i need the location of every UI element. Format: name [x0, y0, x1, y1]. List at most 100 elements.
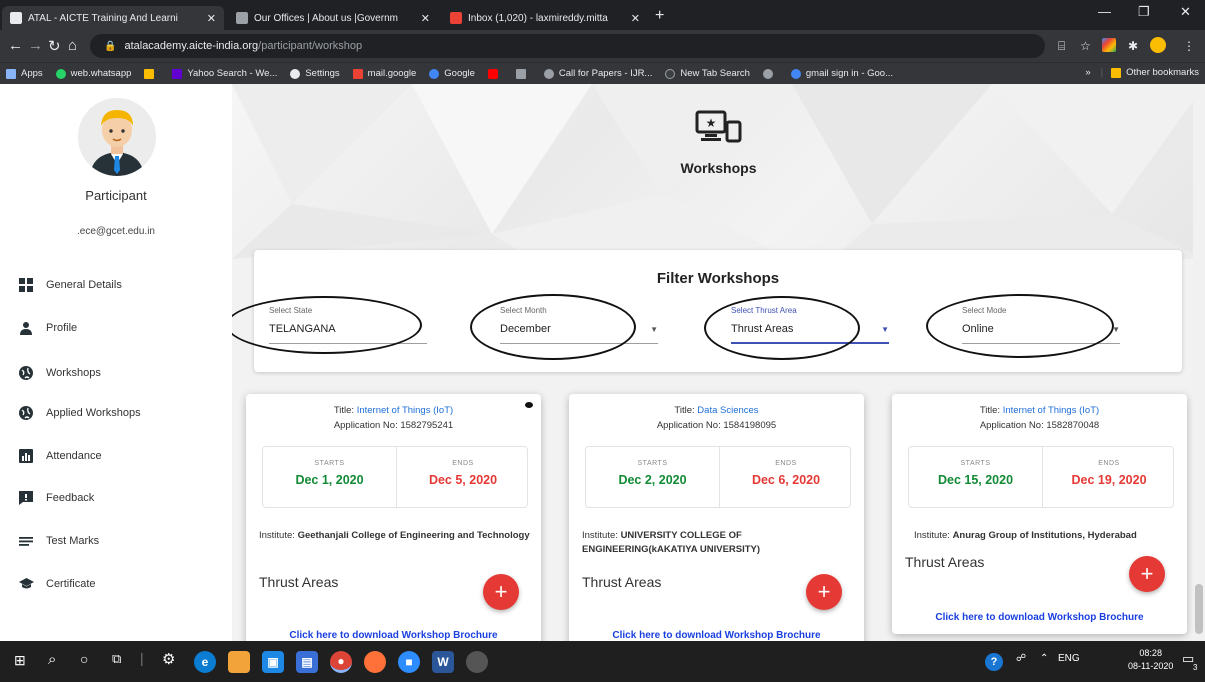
extensions-puzzle-icon[interactable]: ✱ — [1128, 39, 1138, 53]
show-hidden-icons-icon[interactable]: ⌃ — [1040, 653, 1048, 664]
bookmark-settings[interactable]: Settings — [290, 68, 340, 79]
bookmark-youtube[interactable] — [487, 68, 503, 79]
page-scrollbar[interactable] — [1193, 84, 1205, 641]
home-icon[interactable]: ⌂ — [68, 37, 77, 54]
start-date-box: STARTS Dec 1, 2020 — [263, 447, 396, 507]
bookmarks-overflow-icon[interactable]: » — [1085, 67, 1090, 78]
firefox-icon[interactable] — [364, 651, 386, 673]
tab-offices[interactable]: Our Offices | About us |Governm ✕ — [228, 6, 438, 30]
close-icon[interactable]: ✕ — [207, 12, 216, 25]
bookmark-label: gmail sign in - Goo... — [805, 68, 894, 79]
sidebar-item-applied-workshops[interactable]: Applied Workshops — [18, 398, 223, 428]
maximize-icon[interactable]: ❐ — [1138, 4, 1150, 20]
edge-icon[interactable]: e — [194, 651, 216, 673]
sidebar-item-profile[interactable]: Profile — [18, 313, 223, 343]
month-select-value: December — [500, 323, 551, 335]
workshop-title[interactable]: Internet of Things (IoT) — [357, 405, 453, 416]
mode-select[interactable]: Select Mode Online ▼ — [962, 306, 1120, 344]
bookmark-unnamed-3[interactable] — [762, 68, 778, 79]
gmail-favicon-icon — [450, 12, 462, 24]
apply-plus-button[interactable]: + — [483, 574, 519, 610]
address-bar[interactable]: 🔒 atalacademy.aicte-india.org/participan… — [90, 34, 1045, 58]
clock[interactable]: 08:28 08-11-2020 — [1128, 647, 1173, 673]
tab-label: Our Offices | About us |Governm — [254, 12, 398, 24]
word-icon[interactable]: W — [432, 651, 454, 673]
divider: | — [1100, 67, 1104, 78]
language-indicator[interactable]: ENG — [1058, 653, 1080, 664]
sidebar-item-label: Feedback — [46, 492, 95, 504]
sidebar-item-feedback[interactable]: Feedback — [18, 483, 223, 513]
minimize-icon[interactable]: — — [1098, 4, 1111, 19]
chrome-icon[interactable]: ● — [330, 651, 352, 673]
store-icon[interactable]: ▣ — [262, 651, 284, 673]
bookmark-yahoo[interactable]: Yahoo Search - We... — [172, 68, 277, 79]
sidebar-item-workshops[interactable]: Workshops — [18, 358, 223, 388]
brochure-link[interactable]: Click here to download Workshop Brochure — [892, 612, 1187, 623]
bookmark-gmail-sign-in[interactable]: gmail sign in - Goo... — [790, 68, 894, 79]
bookmark-whatsapp[interactable]: web.whatsapp — [55, 68, 131, 79]
help-icon[interactable]: ? — [985, 653, 1003, 671]
brochure-link[interactable]: Click here to download Workshop Brochure — [246, 630, 541, 641]
paint-icon[interactable] — [228, 651, 250, 673]
translate-icon[interactable]: ⌸ — [1058, 39, 1065, 54]
forward-icon[interactable]: → — [28, 37, 43, 54]
tab-atal[interactable]: ATAL - AICTE Training And Learni ✕ — [2, 6, 224, 30]
graduation-cap-icon — [18, 576, 34, 592]
workshop-title[interactable]: Data Sciences — [697, 405, 758, 416]
filter-title: Filter Workshops — [656, 270, 780, 287]
thrust-areas-label: Thrust Areas — [905, 554, 985, 570]
cortana-icon[interactable]: ○ — [80, 651, 88, 667]
brochure-link[interactable]: Click here to download Workshop Brochure — [569, 630, 864, 641]
tab-label: Inbox (1,020) - laxmireddy.mitta — [468, 12, 608, 24]
end-date-box: ENDS Dec 5, 2020 — [396, 447, 529, 507]
task-view-icon[interactable]: ⧉ — [112, 651, 121, 667]
sidebar-item-general-details[interactable]: General Details — [18, 270, 223, 300]
person-avatar-icon — [78, 98, 156, 176]
sidebar-item-test-marks[interactable]: Test Marks — [18, 526, 223, 556]
workshop-title[interactable]: Internet of Things (IoT) — [1003, 405, 1099, 416]
start-date-box: STARTS Dec 15, 2020 — [909, 447, 1042, 507]
thrust-area-select[interactable]: Select Thrust Area Thrust Areas ▼ — [731, 306, 889, 344]
apply-plus-button[interactable]: + — [1129, 556, 1165, 592]
main-content: ★ Workshops Filter Workshops Select Stat… — [232, 84, 1205, 641]
settings-gear-icon[interactable]: ⚙ — [162, 650, 175, 668]
google-icon — [429, 68, 440, 79]
file-explorer-icon[interactable]: ▤ — [296, 651, 318, 673]
sidebar-item-certificate[interactable]: Certificate — [18, 569, 223, 599]
tab-inbox[interactable]: Inbox (1,020) - laxmireddy.mitta ✕ — [442, 6, 648, 30]
bookmark-new-tab-search[interactable]: New Tab Search — [665, 68, 750, 79]
apply-plus-button[interactable]: + — [806, 574, 842, 610]
paint3d-icon[interactable] — [466, 651, 488, 673]
reload-icon[interactable]: ↻ — [48, 37, 61, 55]
bookmark-google[interactable]: Google — [429, 68, 475, 79]
thrust-areas-label: Thrust Areas — [259, 574, 339, 590]
profile-avatar-icon[interactable] — [1150, 37, 1166, 53]
bookmark-unnamed-2[interactable] — [515, 68, 531, 79]
scrollbar-thumb[interactable] — [1195, 584, 1203, 634]
grid-icon — [18, 277, 34, 293]
globe-icon — [762, 68, 773, 79]
bookmark-star-icon[interactable]: ☆ — [1080, 39, 1091, 53]
people-icon[interactable]: ☍ — [1016, 653, 1026, 664]
menu-kebab-icon[interactable]: ⋮ — [1183, 39, 1195, 53]
back-icon[interactable]: ← — [8, 37, 23, 54]
close-icon[interactable]: ✕ — [421, 12, 430, 25]
bookmark-call-for-papers[interactable]: Call for Papers - IJR... — [543, 68, 652, 79]
bookmark-unnamed-1[interactable] — [144, 68, 159, 79]
page-title: Workshops — [680, 160, 757, 176]
windows-start-icon[interactable]: ⊞ — [14, 652, 26, 669]
other-bookmarks[interactable]: Other bookmarks — [1126, 67, 1199, 78]
bookmark-mail-google[interactable]: mail.google — [352, 68, 416, 79]
lines-icon — [18, 533, 34, 549]
end-date-box: ENDS Dec 19, 2020 — [1042, 447, 1175, 507]
zoom-icon[interactable]: ■ — [398, 651, 420, 673]
bookmark-apps[interactable]: Apps — [6, 68, 43, 79]
month-select[interactable]: Select Month December ▼ — [500, 306, 658, 344]
search-icon[interactable]: ⌕ — [48, 651, 56, 668]
window-close-icon[interactable]: ✕ — [1180, 4, 1191, 20]
extension-icon[interactable] — [1102, 38, 1116, 52]
close-icon[interactable]: ✕ — [631, 12, 640, 25]
sidebar-item-attendance[interactable]: Attendance — [18, 441, 223, 471]
new-tab-icon[interactable]: + — [655, 7, 664, 25]
state-select[interactable]: Select State TELANGANA — [269, 306, 427, 344]
